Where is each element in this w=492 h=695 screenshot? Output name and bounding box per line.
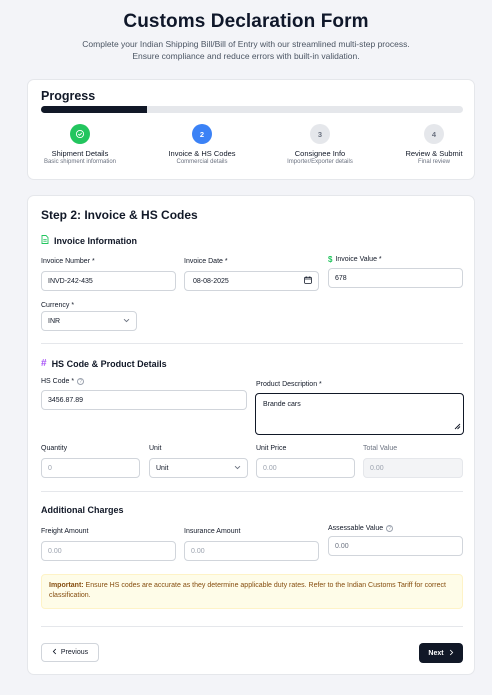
step-sub: Commercial details	[176, 159, 228, 165]
step-invoice-hs-codes[interactable]: 2 Invoice & HS Codes Commercial details	[154, 124, 250, 165]
note-text: Ensure HS codes are accurate as they det…	[49, 582, 446, 599]
section-divider	[41, 343, 463, 344]
unit-select[interactable]: Unit	[149, 458, 248, 478]
freight-amount-label: Freight Amount	[41, 528, 89, 535]
charges-section-title: Additional Charges	[41, 505, 124, 515]
currency-label: Currency *	[41, 302, 75, 309]
chevron-left-icon	[52, 648, 57, 657]
step-sub: Basic shipment information	[43, 159, 117, 165]
unit-price-label: Unit Price	[256, 445, 287, 452]
insurance-amount-input[interactable]: 0.00	[184, 541, 319, 561]
step-shipment-details[interactable]: Shipment Details Basic shipment informat…	[32, 124, 128, 165]
invoice-value-input[interactable]: 678	[328, 268, 463, 288]
total-value-label: Total Value	[363, 445, 398, 452]
step-label: Shipment Details	[51, 149, 109, 158]
step-number: 4	[424, 124, 444, 144]
step-number: 3	[310, 124, 330, 144]
step-review-submit[interactable]: 4 Review & Submit Final review	[386, 124, 482, 165]
previous-button[interactable]: Previous	[41, 643, 99, 662]
invoice-value-label: $ Invoice Value *	[328, 255, 382, 264]
freight-amount-input[interactable]: 0.00	[41, 541, 176, 561]
progress-bar	[41, 106, 463, 113]
dollar-icon: $	[328, 255, 333, 264]
insurance-amount-label: Insurance Amount	[184, 528, 241, 535]
page-header: Customs Declaration Form Complete your I…	[0, 0, 492, 62]
next-button[interactable]: Next	[419, 643, 463, 663]
currency-select[interactable]: INR	[41, 311, 137, 331]
step-sub: Final review	[417, 159, 450, 165]
step-heading: Step 2: Invoice & HS Codes	[41, 208, 198, 222]
page-subtitle: Complete your Indian Shipping Bill/Bill …	[0, 38, 492, 62]
invoice-number-label: Invoice Number *	[41, 258, 95, 265]
hs-code-label: HS Code * ?	[41, 378, 85, 385]
progress-title: Progress	[41, 89, 96, 103]
step-label: Consignee Info	[294, 149, 346, 158]
assessable-value-label: Assessable Value ?	[328, 525, 394, 532]
quantity-input[interactable]: 0	[41, 458, 140, 478]
progress-card: Progress Shipment Details Basic shipment…	[27, 79, 475, 180]
step-consignee-info[interactable]: 3 Consignee Info Importer/Exporter detai…	[272, 124, 368, 165]
step-sub: Importer/Exporter details	[287, 159, 353, 165]
help-icon[interactable]: ?	[386, 525, 394, 532]
unit-price-input[interactable]: 0.00	[256, 458, 355, 478]
step-label: Review & Submit	[405, 149, 463, 158]
resize-handle-icon[interactable]	[453, 422, 461, 432]
progress-bar-fill	[41, 106, 147, 113]
invoice-date-label: Invoice Date *	[184, 258, 228, 265]
section-divider	[41, 491, 463, 492]
total-value-input: 0.00	[363, 458, 463, 478]
step-number: 2	[192, 124, 212, 144]
section-divider	[41, 626, 463, 627]
subtitle-line-1: Complete your Indian Shipping Bill/Bill …	[82, 39, 410, 49]
important-note: Important: Ensure HS codes are accurate …	[41, 574, 463, 609]
invoice-section-title: Invoice Information	[41, 235, 137, 246]
invoice-number-input[interactable]: INVD-242-435	[41, 271, 176, 291]
form-card: Step 2: Invoice & HS Codes Invoice Infor…	[27, 195, 475, 675]
check-icon	[70, 124, 90, 144]
document-icon	[41, 235, 49, 246]
quantity-label: Quantity	[41, 445, 68, 452]
chevron-down-icon	[123, 318, 130, 325]
page-title: Customs Declaration Form	[123, 11, 369, 32]
unit-label: Unit	[149, 445, 162, 452]
hash-icon: #	[41, 358, 47, 369]
chevron-right-icon	[449, 649, 454, 658]
subtitle-line-2: Ensure compliance and reduce errors with…	[132, 51, 360, 61]
hs-code-input[interactable]: 3456.87.89	[41, 390, 247, 410]
step-label: Invoice & HS Codes	[168, 149, 236, 158]
help-icon[interactable]: ?	[77, 378, 85, 385]
hs-section-title: # HS Code & Product Details	[41, 358, 167, 369]
invoice-date-input[interactable]: 08-08-2025	[184, 271, 319, 291]
calendar-icon[interactable]	[304, 276, 312, 286]
product-description-textarea[interactable]: Brande cars	[255, 393, 464, 435]
note-bold: Important:	[49, 582, 84, 589]
product-description-label: Product Description *	[256, 381, 322, 388]
chevron-down-icon	[234, 465, 241, 472]
assessable-value-input: 0.00	[328, 536, 463, 556]
